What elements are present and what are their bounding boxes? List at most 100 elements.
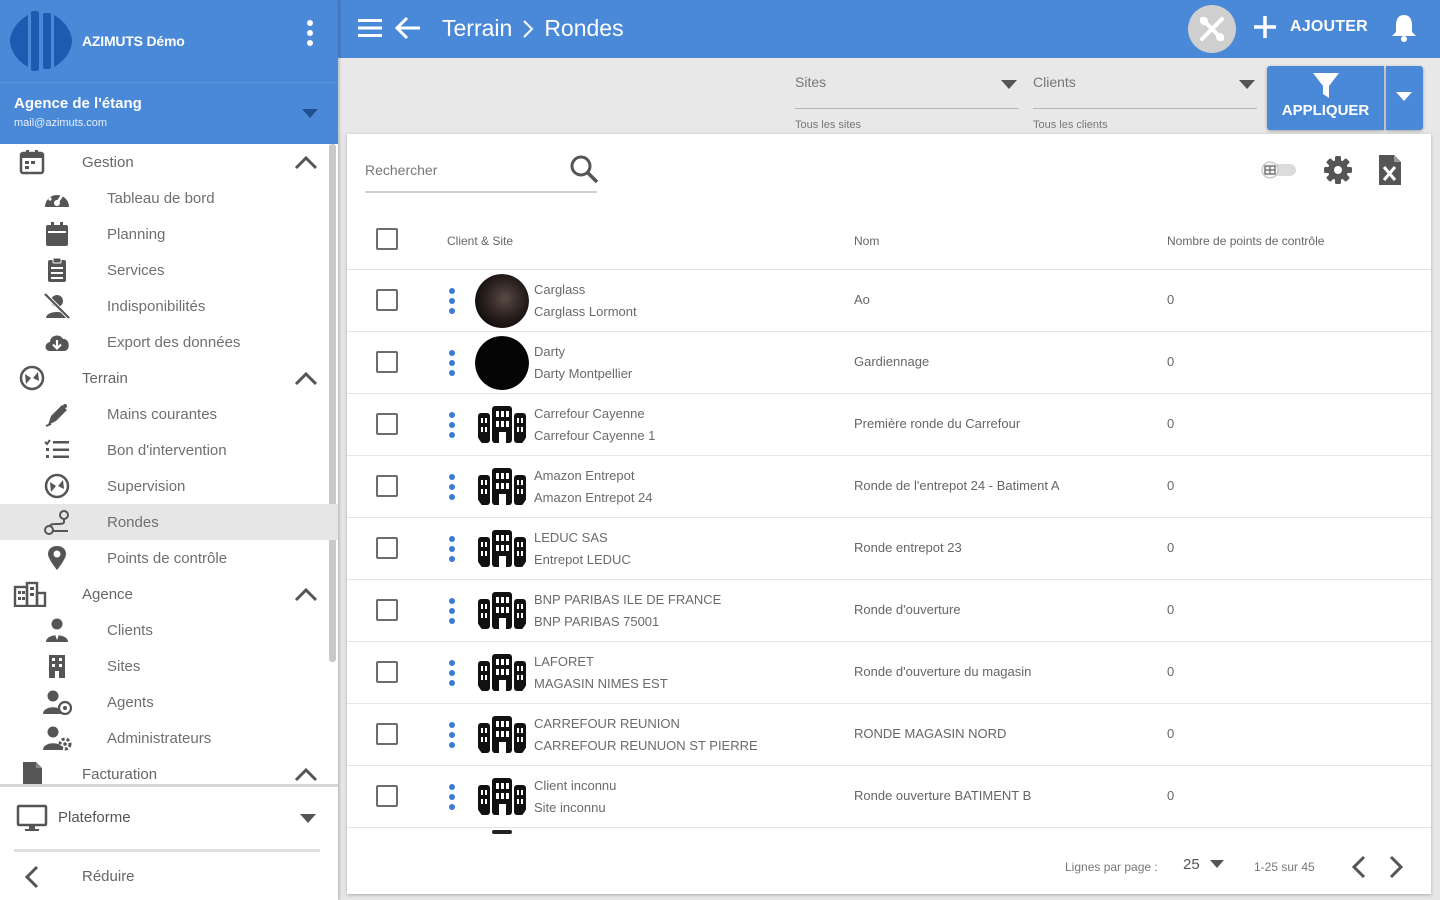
sidebar-item-mains-courantes[interactable]: Mains courantes <box>0 396 338 432</box>
table-body: Carglass Carglass Lormont Ao 0 Darty Darty Mo… <box>347 270 1431 828</box>
table-row[interactable]: Amazon Entrepot Amazon Entrepot 24 Ronde d… <box>347 456 1431 518</box>
sidebar-item-services[interactable]: Services <box>0 252 338 288</box>
row-checkbox[interactable] <box>376 599 398 621</box>
apply-button[interactable]: APPLIQUER <box>1267 66 1384 130</box>
chevron-up-icon[interactable] <box>294 586 318 602</box>
row-checkbox[interactable] <box>376 785 398 807</box>
nav-section-agence[interactable]: Agence <box>0 576 338 612</box>
sidebar-item-export[interactable]: Export des données <box>0 324 338 360</box>
table-row[interactable]: Carrefour Cayenne Carrefour Cayenne 1 Prem… <box>347 394 1431 456</box>
client-name: Darty <box>534 344 566 359</box>
control-point-count: 0 <box>1167 788 1175 803</box>
top-app-bar: Terrain Rondes AJOUTER <box>338 0 1440 58</box>
more-vertical-icon[interactable] <box>447 411 457 439</box>
hamburger-menu-icon[interactable] <box>356 16 384 40</box>
nav-section-label: Facturation <box>82 765 158 783</box>
sidebar-item-points-de-controle[interactable]: Points de contrôle <box>0 540 338 576</box>
bell-icon[interactable] <box>1390 13 1418 43</box>
search-input[interactable] <box>365 158 555 182</box>
chevron-up-icon[interactable] <box>294 154 318 170</box>
table-row[interactable]: Client inconnu Site inconnu Ronde ouvertur… <box>347 766 1431 828</box>
control-point-count: 0 <box>1167 602 1175 617</box>
more-vertical-icon[interactable] <box>447 783 457 811</box>
platform-selector[interactable]: Plateforme <box>0 787 338 845</box>
sidebar-item-clients[interactable]: Clients <box>0 612 338 648</box>
table-row[interactable]: Carglass Carglass Lormont Ao 0 <box>347 270 1431 332</box>
sites-filter[interactable]: Sites Tous les sites <box>795 74 1023 131</box>
page-range: 1-25 sur 45 <box>1254 860 1315 874</box>
sidebar-nav[interactable]: Gestion Tableau de bord Planning Service… <box>0 144 338 784</box>
table-row[interactable]: Darty Darty Montpellier Gardiennage 0 <box>347 332 1431 394</box>
row-checkbox[interactable] <box>376 475 398 497</box>
clients-filter[interactable]: Clients Tous les clients <box>1033 74 1261 131</box>
row-checkbox[interactable] <box>376 351 398 373</box>
excel-export-icon[interactable] <box>1377 154 1403 186</box>
chevron-left-icon[interactable] <box>1350 854 1368 880</box>
client-name: CARREFOUR REUNION <box>534 716 680 731</box>
sidebar-item-administrateurs[interactable]: Administrateurs <box>0 720 338 756</box>
tools-button[interactable] <box>1188 5 1236 53</box>
sidebar-item-sites[interactable]: Sites <box>0 648 338 684</box>
sidebar-item-indisponibilites[interactable]: Indisponibilités <box>0 288 338 324</box>
client-name: Amazon Entrepot <box>534 468 635 483</box>
column-header-client-site[interactable]: Client & Site <box>447 234 513 248</box>
more-vertical-icon[interactable] <box>447 473 457 501</box>
row-checkbox[interactable] <box>376 661 398 683</box>
azimuts-logo <box>10 11 72 71</box>
rows-per-page-select[interactable]: 25 <box>1183 856 1224 873</box>
sidebar-item-rondes[interactable]: Rondes <box>0 504 338 540</box>
more-vertical-icon[interactable] <box>304 18 316 48</box>
table-row[interactable]: CARREFOUR REUNION CARREFOUR REUNUON ST PI… <box>347 704 1431 766</box>
site-name: Entrepot LEDUC <box>534 552 631 567</box>
chevron-up-icon[interactable] <box>294 766 318 782</box>
client-name: BNP PARIBAS ILE DE FRANCE <box>534 592 722 607</box>
control-point-count: 0 <box>1167 416 1175 431</box>
row-checkbox[interactable] <box>376 413 398 435</box>
sidebar-item-bon-intervention[interactable]: Bon d'intervention <box>0 432 338 468</box>
agency-email: mail@azimuts.com <box>14 117 108 129</box>
sidebar-item-supervision[interactable]: Supervision <box>0 468 338 504</box>
site-name: Site inconnu <box>534 800 606 815</box>
select-all-checkbox[interactable] <box>376 228 398 250</box>
collapse-sidebar-button[interactable]: Réduire <box>0 857 338 897</box>
sidebar-item-agents[interactable]: Agents <box>0 684 338 720</box>
agency-selector[interactable]: Agence de l'étang mail@azimuts.com <box>0 82 338 144</box>
sidebar-item-planning[interactable]: Planning <box>0 216 338 252</box>
row-checkbox[interactable] <box>376 537 398 559</box>
more-vertical-icon[interactable] <box>447 597 457 625</box>
column-header-points-de-controle[interactable]: Nombre de points de contrôle <box>1167 234 1324 248</box>
site-name: BNP PARIBAS 75001 <box>534 614 660 629</box>
nav-section-terrain[interactable]: Terrain <box>0 360 338 396</box>
search-icon[interactable] <box>569 154 599 184</box>
ronde-name: Première ronde du Carrefour <box>854 416 1021 431</box>
ronde-name: RONDE MAGASIN NORD <box>854 726 1007 741</box>
apply-options-button[interactable] <box>1386 66 1423 130</box>
settings-gear-icon[interactable] <box>1323 155 1353 185</box>
more-vertical-icon[interactable] <box>447 659 457 687</box>
nav-section-facturation[interactable]: Facturation <box>0 756 338 784</box>
add-button[interactable]: AJOUTER <box>1252 14 1368 40</box>
column-header-nom[interactable]: Nom <box>854 234 879 248</box>
chevron-up-icon[interactable] <box>294 370 318 386</box>
chevron-right-icon[interactable] <box>1387 854 1405 880</box>
view-toggle-switch[interactable] <box>1260 161 1298 179</box>
table-row[interactable]: BNP PARIBAS ILE DE FRANCE BNP PARIBAS 750… <box>347 580 1431 642</box>
arrow-left-icon[interactable] <box>394 15 422 41</box>
pagination-bar: Lignes par page : 25 1-25 sur 45 <box>347 842 1431 894</box>
table-row[interactable]: LAFORET MAGASIN NIMES EST Ronde d'ouvertur… <box>347 642 1431 704</box>
more-vertical-icon[interactable] <box>447 287 457 315</box>
breadcrumb-rondes: Rondes <box>544 15 624 41</box>
sidebar-item-label: Points de contrôle <box>107 549 228 567</box>
breadcrumb-terrain[interactable]: Terrain <box>442 15 512 42</box>
site-name: MAGASIN NIMES EST <box>534 676 668 691</box>
more-vertical-icon[interactable] <box>447 721 457 749</box>
ronde-name: Ao <box>854 292 870 307</box>
table-row[interactable]: LEDUC SAS Entrepot LEDUC Ronde entrepot 23… <box>347 518 1431 580</box>
ronde-name: Ronde d'ouverture du magasin <box>854 664 1032 679</box>
more-vertical-icon[interactable] <box>447 349 457 377</box>
nav-section-gestion[interactable]: Gestion <box>0 144 338 180</box>
more-vertical-icon[interactable] <box>447 535 457 563</box>
row-checkbox[interactable] <box>376 723 398 745</box>
sidebar-item-tableau-de-bord[interactable]: Tableau de bord <box>0 180 338 216</box>
row-checkbox[interactable] <box>376 289 398 311</box>
